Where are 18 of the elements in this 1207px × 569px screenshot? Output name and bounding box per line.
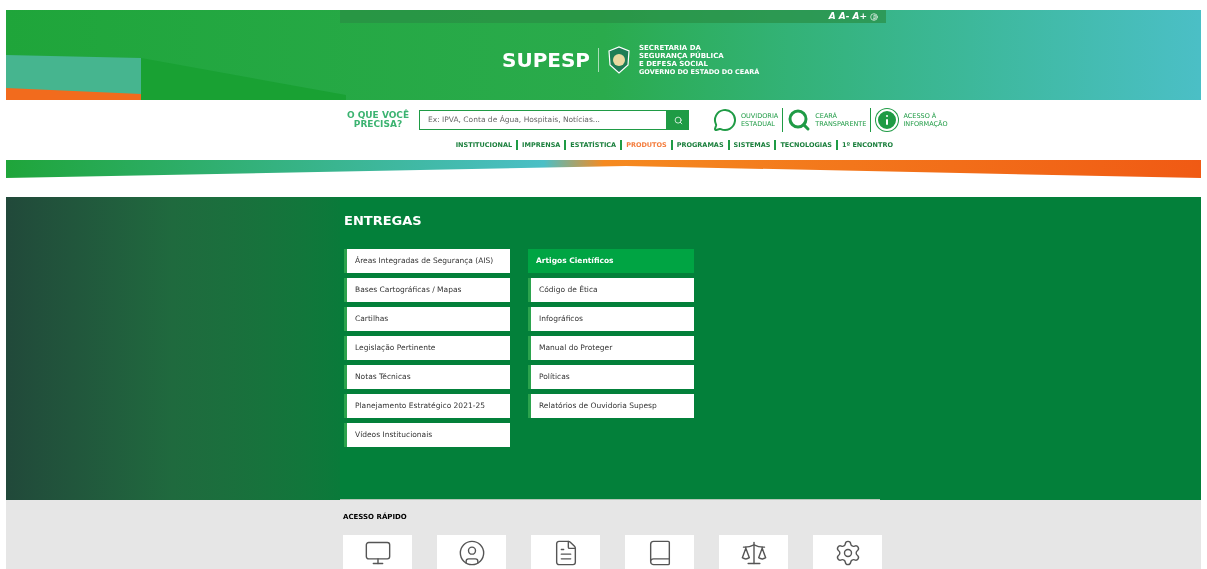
quick-access-button[interactable] — [437, 534, 506, 569]
supesp-logo-text: SUPESP — [502, 50, 591, 70]
section-title: ENTREGAS — [344, 212, 423, 230]
user-icon — [457, 538, 486, 567]
speech-bubble-icon — [713, 108, 737, 132]
shield-emblem-icon — [607, 45, 632, 75]
search-icon — [673, 115, 683, 125]
font-size-button[interactable]: A- — [838, 12, 850, 21]
quick-access-button[interactable] — [719, 534, 788, 569]
font-size-button[interactable]: A+ — [852, 12, 867, 21]
search-label: O QUE VOCÊ PRECISA? — [345, 111, 411, 129]
info-icon — [875, 108, 900, 132]
quick-access-button[interactable] — [625, 534, 694, 569]
quick-access-button[interactable] — [813, 534, 882, 569]
quick-access-button[interactable] — [531, 534, 600, 569]
quick-access-button[interactable] — [343, 534, 412, 569]
search-icon — [787, 108, 812, 132]
font-size-button[interactable]: A — [828, 12, 836, 21]
